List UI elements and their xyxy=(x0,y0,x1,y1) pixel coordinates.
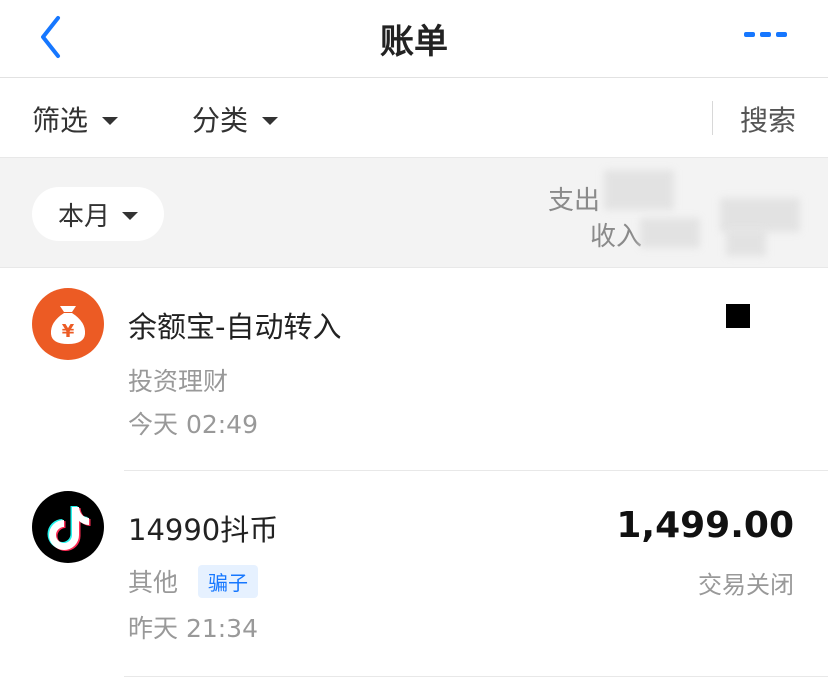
transaction-category: 投资理财 xyxy=(128,362,228,398)
transaction-time: 昨天 21:34 xyxy=(128,614,258,643)
income-label: 收入 xyxy=(590,222,643,252)
month-label: 本月 xyxy=(57,201,110,232)
caret-down-icon xyxy=(102,117,119,125)
transaction-row[interactable]: ¥ 余额宝-自动转入 投资理财 今天 02:49 xyxy=(0,268,828,470)
expense-label: 支出 xyxy=(548,186,601,216)
filter-label: 筛选 xyxy=(32,104,89,137)
svg-text:¥: ¥ xyxy=(62,321,75,342)
transaction-row[interactable]: 14990抖币 其他 骗子 昨天 21:34 1,499.00 交易关闭 xyxy=(0,471,828,676)
redaction-box xyxy=(726,304,750,328)
money-bag-icon: ¥ xyxy=(32,288,104,360)
transaction-amount: 1,499.00 xyxy=(616,505,794,546)
month-selector[interactable]: 本月 xyxy=(32,187,164,241)
transaction-category: 其他 骗子 xyxy=(128,563,259,599)
redacted-amount xyxy=(720,198,800,232)
caret-down-icon xyxy=(122,212,138,220)
filter-bar: 筛选 分类 搜索 xyxy=(0,79,828,157)
tag-badge: 骗子 xyxy=(198,564,259,598)
filter-dropdown[interactable]: 筛选 xyxy=(32,99,119,139)
category-dropdown[interactable]: 分类 xyxy=(192,99,279,139)
transaction-time: 今天 02:49 xyxy=(128,410,258,439)
more-dots-icon xyxy=(744,32,787,37)
search-button[interactable]: 搜索 xyxy=(740,99,796,139)
tiktok-icon xyxy=(32,491,104,563)
caret-down-icon xyxy=(262,117,279,125)
category-label: 分类 xyxy=(192,104,249,137)
transaction-status: 交易关闭 xyxy=(698,571,794,599)
more-button[interactable] xyxy=(740,22,790,52)
monthly-summary: 本月 支出 收入 xyxy=(0,157,828,268)
divider xyxy=(124,676,828,677)
nav-bar: 账单 xyxy=(0,0,828,78)
transaction-title: 余额宝-自动转入 xyxy=(128,310,342,344)
category-text: 其他 xyxy=(128,568,179,597)
divider xyxy=(712,101,713,135)
page-title: 账单 xyxy=(380,22,448,62)
redacted-expense xyxy=(604,170,674,210)
transaction-title: 14990抖币 xyxy=(128,513,279,547)
redacted-income xyxy=(640,218,700,248)
category-text: 投资理财 xyxy=(128,367,229,396)
redacted-amount xyxy=(726,230,766,256)
